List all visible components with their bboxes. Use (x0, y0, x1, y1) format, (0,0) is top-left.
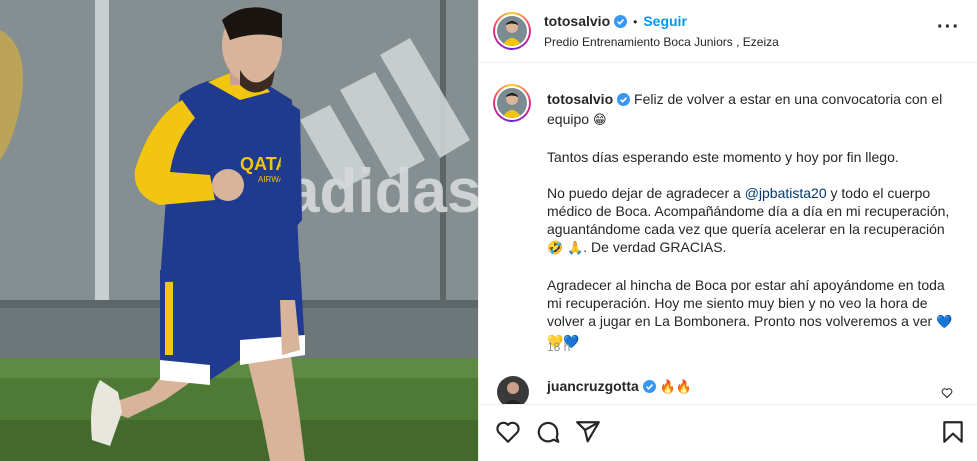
verified-icon (617, 92, 631, 110)
grin-emoji: 😁 (592, 113, 607, 128)
verified-icon (614, 15, 628, 31)
post-caption: totosalvio Feliz de volver a estar en un… (547, 90, 957, 370)
author-avatar[interactable] (493, 12, 531, 50)
heart-icon[interactable] (495, 419, 521, 448)
author-username[interactable]: totosalvio (544, 13, 610, 29)
caption-text-2: Tantos días esperando este momento y hoy… (547, 149, 899, 165)
caption-text-4: Agradecer al hincha de Boca por estar ah… (547, 277, 945, 329)
pray-emoji: 🙏 (567, 241, 584, 256)
commenter-avatar[interactable] (497, 376, 529, 404)
verified-icon (642, 380, 656, 396)
separator-dot: • (633, 15, 638, 29)
post-photo-illustration: adidas QATAR AIRWAYS (0, 0, 478, 461)
commenter-username[interactable]: juancruzgotta (547, 378, 639, 394)
share-icon[interactable] (575, 419, 601, 448)
more-icon[interactable]: ··· (937, 17, 960, 37)
post-photo[interactable]: adidas QATAR AIRWAYS (0, 0, 478, 461)
caption-avatar[interactable] (493, 84, 531, 122)
banner-logo-text: adidas (285, 157, 478, 226)
comment-text: 🔥🔥 (659, 380, 693, 395)
comments-section: totosalvio Feliz de volver a estar en un… (479, 64, 977, 404)
post-actions-bar (479, 404, 977, 461)
caption-username[interactable]: totosalvio (547, 91, 613, 107)
bookmark-icon[interactable] (940, 419, 966, 448)
post-detail-panel: totosalvio • Seguir Predio Entrenamiento B… (478, 0, 977, 461)
comment-icon[interactable] (535, 419, 561, 448)
comment-item: juancruzgotta 🔥🔥 (497, 376, 967, 404)
caption-text-3c: . De verdad GRACIAS. (583, 239, 727, 255)
laugh-emoji: 🤣 (547, 241, 564, 256)
follow-button[interactable]: Seguir (643, 13, 687, 29)
post-header: totosalvio • Seguir Predio Entrenamiento B… (479, 0, 977, 63)
post-timestamp[interactable]: 18 h (547, 340, 570, 354)
caption-text-3a: No puedo dejar de agradecer a (547, 185, 745, 201)
like-comment-heart-icon[interactable] (941, 386, 953, 402)
post-location[interactable]: Predio Entrenamiento Boca Juniors , Ezei… (544, 35, 779, 49)
mention-link[interactable]: @jpbatista20 (745, 185, 827, 201)
